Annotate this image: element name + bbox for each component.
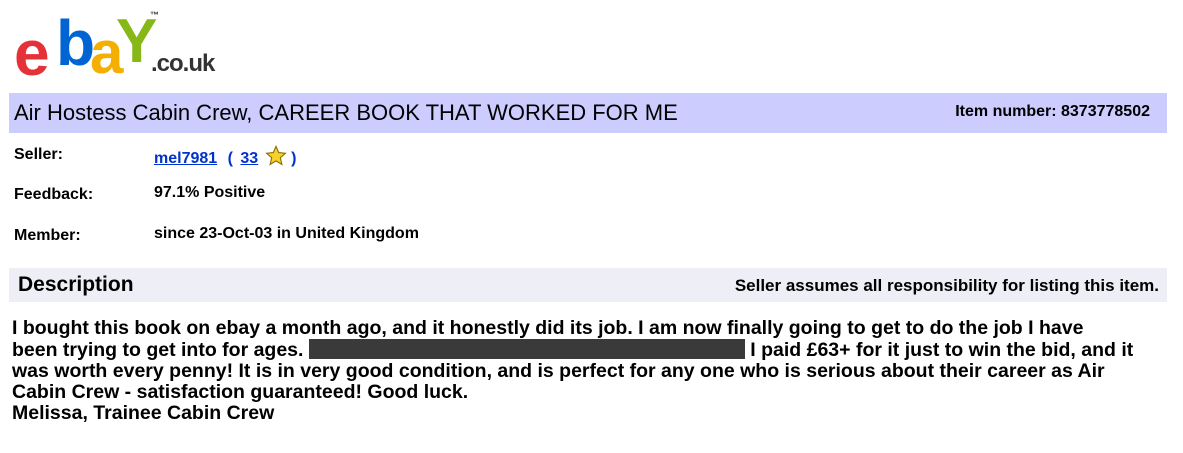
rating-open-paren: ( bbox=[227, 150, 233, 167]
feedback-value: 97.1% Positive bbox=[154, 184, 266, 201]
description-line-1: I bought this book on ebay a month ago, … bbox=[12, 317, 1084, 339]
logo-letter-e: e bbox=[14, 17, 50, 89]
description-line-2-end: I paid £63+ for it just to win the bid, … bbox=[744, 339, 1134, 361]
feedback-label: Feedback: bbox=[14, 186, 94, 203]
description-heading: Description bbox=[18, 273, 134, 296]
description-line-2: been trying to get into for ages. I paid… bbox=[12, 339, 1172, 361]
seller-info: mel7981 ( 33 ) bbox=[154, 145, 296, 168]
member-value: since 23-Oct-03 in United Kingdom bbox=[154, 225, 419, 242]
seller-label: Seller: bbox=[14, 146, 63, 163]
description-line-2-start: been trying to get into for ages. bbox=[12, 339, 309, 361]
description-signature: Melissa, Trainee Cabin Crew bbox=[12, 402, 275, 424]
logo-letter-a: a bbox=[90, 19, 123, 86]
feedback-score-link[interactable]: 33 bbox=[240, 150, 258, 167]
logo-domain: .co.uk bbox=[151, 50, 215, 77]
description-header-bar: Description Seller assumes all responsib… bbox=[9, 268, 1167, 302]
logo-letter-y: Y bbox=[116, 7, 157, 76]
logo-trademark: ™ bbox=[150, 10, 159, 20]
ebay-logo[interactable]: e b a Y ™ .co.uk bbox=[12, 6, 215, 89]
yellow-star-icon[interactable] bbox=[264, 145, 287, 167]
description-line-3: was worth every penny! It is in very goo… bbox=[12, 360, 1105, 382]
description-line-4: Cabin Crew - satisfaction guaranteed! Go… bbox=[12, 381, 469, 403]
logo-letter-b: b bbox=[56, 7, 95, 79]
redaction-block bbox=[308, 339, 745, 359]
responsibility-notice: Seller assumes all responsibility for li… bbox=[734, 276, 1159, 295]
item-title-bar: Air Hostess Cabin Crew, CAREER BOOK THAT… bbox=[9, 93, 1167, 133]
member-label: Member: bbox=[14, 227, 81, 244]
description-body: I bought this book on ebay a month ago, … bbox=[12, 318, 1172, 424]
seller-username-link[interactable]: mel7981 bbox=[154, 150, 217, 167]
rating-close-paren: ) bbox=[291, 150, 297, 167]
item-title: Air Hostess Cabin Crew, CAREER BOOK THAT… bbox=[14, 100, 678, 125]
item-number: Item number: 8373778502 bbox=[955, 103, 1150, 120]
